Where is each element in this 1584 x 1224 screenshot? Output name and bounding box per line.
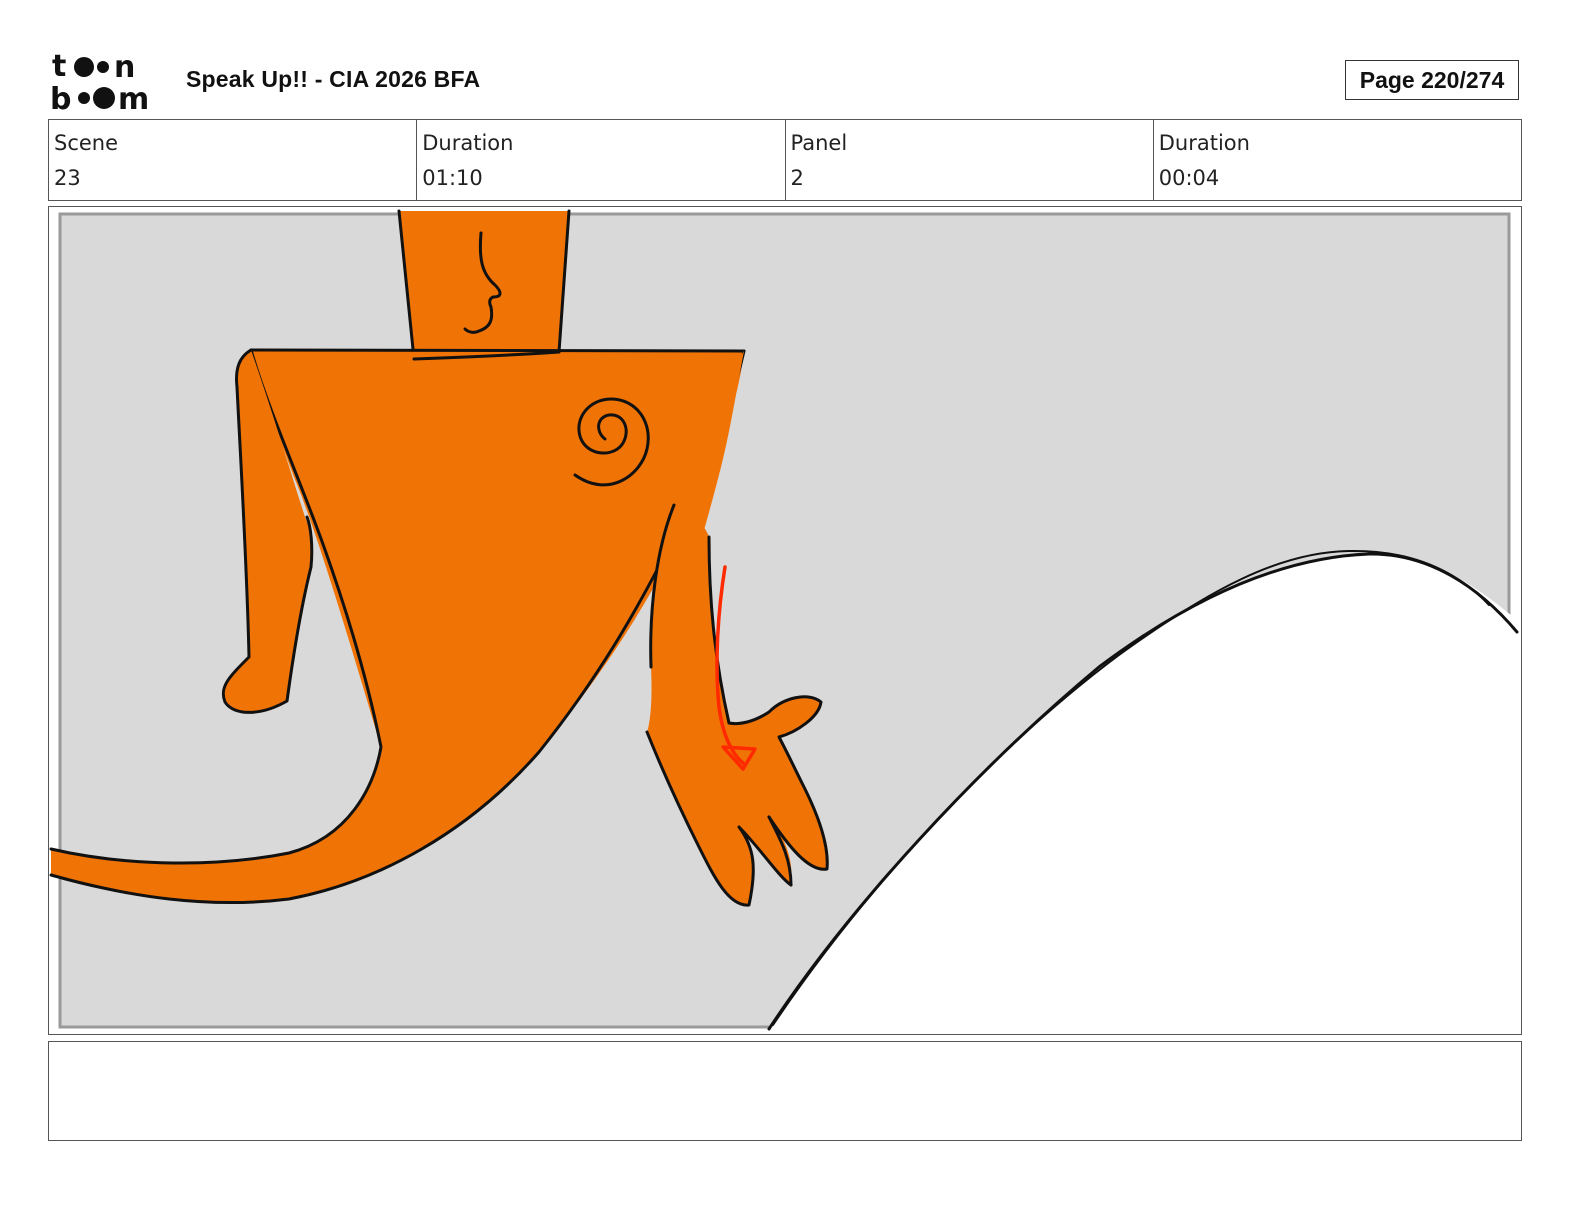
svg-text:b: b: [50, 82, 71, 112]
svg-text:m: m: [118, 82, 149, 112]
panel-duration-value: 00:04: [1158, 166, 1220, 190]
scene-duration-label: Duration: [422, 131, 514, 155]
panel-value: 2: [790, 166, 804, 190]
panel-drawing: [49, 207, 1521, 1034]
svg-text:t: t: [52, 49, 66, 84]
panel-label: Panel: [790, 131, 848, 155]
scene-value: 23: [54, 166, 81, 190]
panel-cell: Panel 2: [784, 120, 1153, 200]
project-title: Speak Up!! - CIA 2026 BFA: [186, 66, 481, 92]
panel-duration-cell: Duration 00:04: [1152, 120, 1521, 200]
character-neck: [399, 211, 569, 359]
scene-info-table: Scene 23 Duration 01:10 Panel 2 Duration…: [48, 119, 1522, 201]
panel-duration-label: Duration: [1158, 131, 1250, 155]
storyboard-panel: [48, 206, 1522, 1035]
scene-duration-value: 01:10: [422, 166, 483, 190]
page-number: Page 220/274: [1345, 60, 1519, 100]
scene-label: Scene: [54, 131, 119, 155]
toon-boom-logo: t n b m: [50, 49, 149, 112]
svg-text:n: n: [114, 50, 135, 85]
scene-duration-cell: Duration 01:10: [416, 120, 784, 200]
panel-notes: [48, 1041, 1522, 1141]
scene-cell: Scene 23: [49, 120, 416, 200]
